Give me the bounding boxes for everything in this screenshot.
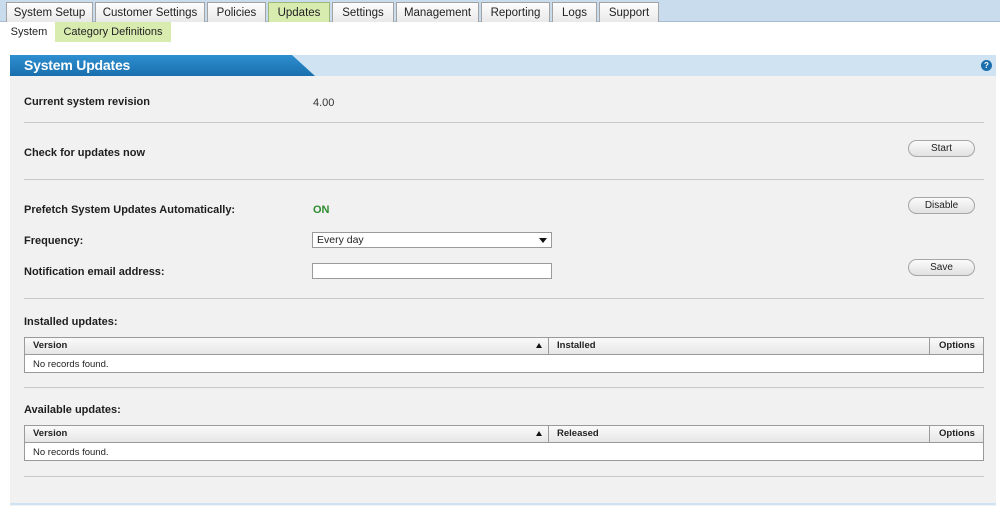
empty-message: No records found.	[33, 447, 109, 458]
sort-ascending-icon	[536, 343, 542, 348]
sub-nav-tabs: System Category Definitions	[0, 22, 1000, 42]
column-label: Version	[33, 428, 68, 439]
prefetch-status: ON	[313, 204, 330, 216]
sort-ascending-icon	[536, 431, 542, 436]
table-header: Version Released Options	[25, 426, 983, 443]
tab-updates[interactable]: Updates	[268, 2, 330, 22]
email-field[interactable]	[312, 263, 552, 279]
tab-logs[interactable]: Logs	[552, 2, 597, 22]
prefetch-label: Prefetch System Updates Automatically:	[24, 204, 236, 216]
column-header-version[interactable]: Version	[25, 338, 549, 354]
panel-header: System Updates ?	[10, 55, 996, 76]
frequency-selected-value: Every day	[317, 234, 364, 246]
chevron-down-icon	[539, 238, 547, 243]
frequency-select[interactable]: Every day	[312, 232, 552, 248]
help-icon[interactable]: ?	[981, 60, 992, 71]
empty-message: No records found.	[33, 359, 109, 370]
subtab-system[interactable]: System	[4, 22, 54, 42]
installed-updates-title: Installed updates:	[24, 316, 118, 328]
tab-support[interactable]: Support	[599, 2, 659, 22]
email-label: Notification email address:	[24, 266, 165, 278]
installed-updates-table: Version Installed Options No records fou…	[24, 337, 984, 373]
column-header-options: Options	[939, 428, 975, 439]
divider	[24, 476, 984, 477]
tab-reporting[interactable]: Reporting	[481, 2, 550, 22]
tab-settings[interactable]: Settings	[332, 2, 394, 22]
tab-system-setup[interactable]: System Setup	[6, 2, 93, 22]
subtab-category-definitions[interactable]: Category Definitions	[55, 22, 171, 42]
divider	[24, 179, 984, 180]
start-button[interactable]: Start	[908, 140, 975, 157]
available-updates-title: Available updates:	[24, 404, 121, 416]
main-nav-tabs: System Setup Customer Settings Policies …	[0, 0, 1000, 22]
page-title: System Updates	[24, 57, 131, 73]
column-label: Version	[33, 340, 68, 351]
column-header-installed[interactable]: Installed	[549, 338, 930, 354]
divider	[24, 298, 984, 299]
tab-management[interactable]: Management	[396, 2, 479, 22]
available-updates-table: Version Released Options No records foun…	[24, 425, 984, 461]
tab-policies[interactable]: Policies	[207, 2, 266, 22]
revision-value: 4.00	[313, 97, 335, 109]
tab-customer-settings[interactable]: Customer Settings	[95, 2, 205, 22]
column-header-released[interactable]: Released	[549, 426, 930, 442]
save-button[interactable]: Save	[908, 259, 975, 276]
column-header-version[interactable]: Version	[25, 426, 549, 442]
table-header: Version Installed Options	[25, 338, 983, 355]
revision-label: Current system revision	[24, 96, 150, 108]
divider	[24, 387, 984, 388]
frequency-label: Frequency:	[24, 235, 84, 247]
check-updates-label: Check for updates now	[24, 147, 146, 159]
divider	[24, 122, 984, 123]
disable-button[interactable]: Disable	[908, 197, 975, 214]
panel-footer-line	[10, 503, 996, 505]
column-header-options: Options	[939, 340, 975, 351]
